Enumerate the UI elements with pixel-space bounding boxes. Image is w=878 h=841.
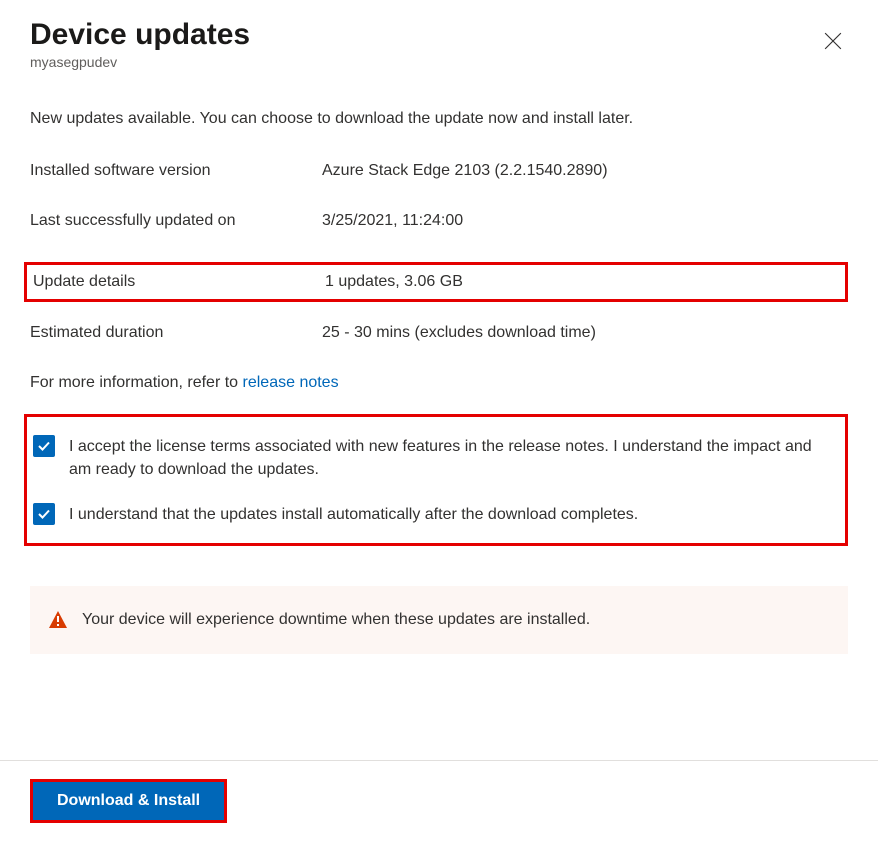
page-title: Device updates (30, 18, 250, 52)
close-button[interactable] (818, 26, 848, 59)
close-icon (824, 32, 842, 50)
more-info-text: For more information, refer to release n… (30, 374, 848, 392)
duration-value: 25 - 30 mins (excludes download time) (322, 324, 596, 342)
last-updated-row: Last successfully updated on 3/25/2021, … (30, 212, 848, 230)
download-install-button[interactable]: Download & Install (33, 782, 224, 820)
accept-terms-label: I accept the license terms associated wi… (69, 435, 835, 481)
last-updated-value: 3/25/2021, 11:24:00 (322, 212, 463, 230)
more-info-prefix: For more information, refer to (30, 374, 243, 391)
checkbox-highlight: I accept the license terms associated wi… (24, 414, 848, 546)
footer: Download & Install (0, 760, 878, 841)
update-details-highlight: Update details 1 updates, 3.06 GB (24, 262, 848, 302)
checkmark-icon (37, 439, 51, 453)
release-notes-link[interactable]: release notes (243, 374, 339, 391)
downtime-alert: Your device will experience downtime whe… (30, 586, 848, 654)
understand-auto-row: I understand that the updates install au… (33, 503, 835, 526)
update-details-value: 1 updates, 3.06 GB (325, 273, 463, 291)
installed-version-row: Installed software version Azure Stack E… (30, 162, 848, 180)
accept-terms-row: I accept the license terms associated wi… (33, 435, 835, 481)
understand-auto-label: I understand that the updates install au… (69, 503, 638, 526)
installed-version-label: Installed software version (30, 162, 322, 180)
last-updated-label: Last successfully updated on (30, 212, 322, 230)
alert-text: Your device will experience downtime whe… (82, 611, 590, 629)
understand-auto-checkbox[interactable] (33, 503, 55, 525)
duration-row: Estimated duration 25 - 30 mins (exclude… (30, 324, 848, 342)
update-details-row: Update details 1 updates, 3.06 GB (27, 273, 841, 291)
update-details-label: Update details (33, 273, 325, 291)
checkmark-icon (37, 507, 51, 521)
intro-text: New updates available. You can choose to… (30, 110, 848, 128)
duration-label: Estimated duration (30, 324, 322, 342)
installed-version-value: Azure Stack Edge 2103 (2.2.1540.2890) (322, 162, 608, 180)
download-install-highlight: Download & Install (30, 779, 227, 823)
accept-terms-checkbox[interactable] (33, 435, 55, 457)
page-subtitle: myasegpudev (30, 54, 250, 70)
warning-icon (48, 610, 68, 630)
